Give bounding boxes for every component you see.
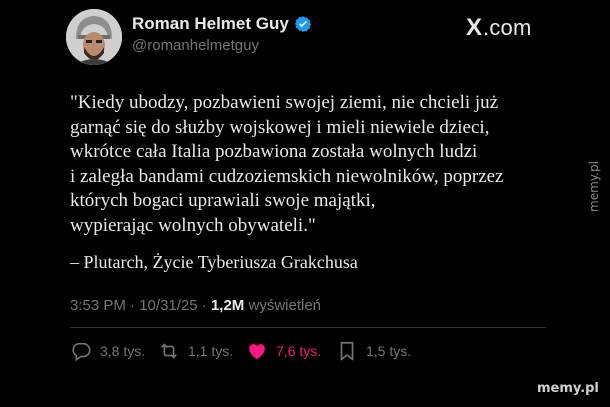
side-watermark: memy.pl (587, 161, 601, 212)
quote-line: garnąć się do służby wojskowej i mieli n… (70, 116, 490, 138)
reply-count: 3,8 tys. (100, 343, 146, 359)
like-button[interactable]: 7,6 tys. (246, 340, 336, 362)
tweet-text: "Kiedy ubodzy, pozbawieni swojej ziemi, … (70, 91, 570, 238)
views-label: wyświetleń (248, 297, 322, 314)
repost-count: 1,1 tys. (188, 343, 234, 359)
bookmark-count: 1,5 tys. (366, 343, 412, 359)
tweet-time[interactable]: 3:53 PM (70, 297, 126, 314)
x-logo-icon: X (466, 14, 483, 41)
reply-button[interactable]: 3,8 tys. (70, 340, 158, 362)
author-display-name[interactable]: Roman Helmet Guy (132, 14, 289, 34)
quote-line: wkrótce cała Italia pozbawiona została w… (70, 141, 478, 162)
repost-icon (161, 343, 177, 359)
quote-line: wypierając wolnych obywateli." (70, 214, 316, 236)
views-count: 1,2M (210, 297, 245, 314)
tweet-date[interactable]: 10/31/25 (139, 297, 197, 314)
meta-separator: · (130, 297, 136, 314)
like-count: 7,6 tys. (276, 343, 322, 359)
author-name-row: Roman Helmet Guy (132, 14, 312, 34)
brand-domain: .com (483, 15, 532, 40)
author-handle[interactable]: @romanhelmetguy (132, 37, 259, 54)
tweet-meta: 3:53 PM · 10/31/25 · 1,2M wyświetleń (70, 297, 321, 314)
bookmark-icon (340, 341, 354, 361)
avatar-image (66, 9, 122, 65)
bookmark-button[interactable]: 1,5 tys. (336, 340, 411, 362)
quote-line: "Kiedy ubodzy, pozbawieni swojej ziemi, … (70, 92, 499, 113)
quote-attribution: – Plutarch, Życie Tyberiusza Grakchusa (70, 252, 358, 272)
meta-separator: · (201, 297, 207, 314)
action-bar: 3,8 tys. 1,1 tys. 7,6 tys. 1,5 tys. (70, 340, 411, 362)
bottom-watermark: memy.pl (537, 381, 599, 396)
verified-badge-icon (294, 15, 312, 33)
tweet-card: Roman Helmet Guy @romanhelmetguy X .com … (0, 0, 610, 407)
quote-line: i zaległa bandami cudzoziemskich niewoln… (70, 165, 504, 187)
repost-button[interactable]: 1,1 tys. (158, 340, 246, 362)
heart-icon (249, 344, 265, 360)
x-com-logo: X .com (466, 14, 532, 42)
quote-line: których bogaci uprawiali swoje majątki, (70, 190, 376, 211)
reply-icon (72, 342, 91, 362)
divider (70, 327, 546, 328)
avatar[interactable] (66, 9, 122, 65)
